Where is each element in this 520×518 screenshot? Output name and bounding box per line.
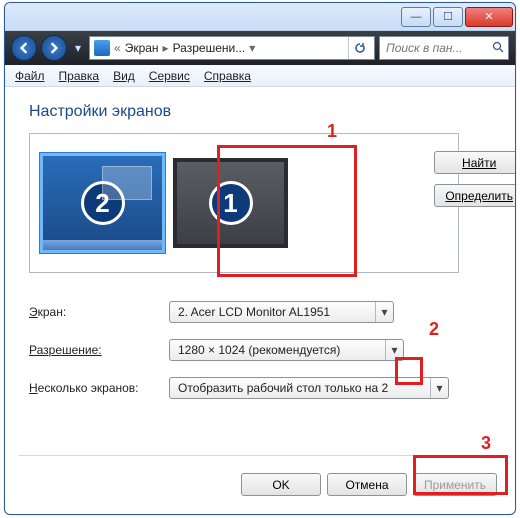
menu-edit[interactable]: Правка	[59, 69, 100, 83]
breadcrumb-1[interactable]: Экран	[125, 41, 159, 55]
multi-screens-dropdown[interactable]: Отобразить рабочий стол только на 2 ▾	[169, 377, 449, 399]
minimize-button[interactable]: —	[401, 7, 431, 27]
search-icon[interactable]	[492, 41, 504, 56]
monitor-2-taskbar	[43, 240, 162, 250]
menu-view[interactable]: Вид	[113, 69, 135, 83]
cancel-button[interactable]: Отмена	[327, 473, 407, 496]
apply-button[interactable]: Применить	[413, 473, 497, 496]
search-input[interactable]	[384, 40, 488, 56]
maximize-button[interactable]: ☐	[433, 7, 463, 27]
screen-dropdown[interactable]: 2. Acer LCD Monitor AL1951 ▾	[169, 301, 394, 323]
dialog-buttons: OK Отмена Применить	[241, 473, 497, 496]
monitor-1-badge: 1	[209, 181, 253, 225]
breadcrumb-sep: «	[114, 41, 121, 55]
search-box[interactable]	[379, 36, 509, 60]
screen-label: Экран:	[29, 305, 169, 319]
settings-form: Экран: 2. Acer LCD Monitor AL1951 ▾ Разр…	[29, 301, 491, 399]
identify-button[interactable]: Определить	[434, 184, 516, 207]
resolution-label: Разрешение:	[29, 343, 169, 357]
forward-button[interactable]	[41, 35, 67, 61]
menu-help[interactable]: Справка	[204, 69, 251, 83]
navigation-bar: ▾ « Экран ▸ Разрешени... ▾	[5, 31, 515, 65]
monitor-icon	[94, 40, 110, 56]
breadcrumb-2[interactable]: Разрешени...	[173, 41, 246, 55]
nav-history-dropdown[interactable]: ▾	[71, 38, 85, 58]
annotation-label-3: 3	[481, 433, 491, 454]
menu-file[interactable]: Файл	[15, 69, 45, 83]
multi-screens-label: Несколько экранов:	[29, 381, 169, 395]
menu-service[interactable]: Сервис	[149, 69, 190, 83]
refresh-button[interactable]	[348, 37, 370, 59]
resolution-value: 1280 × 1024 (рекомендуется)	[178, 343, 340, 357]
back-button[interactable]	[11, 35, 37, 61]
multi-screens-value: Отобразить рабочий стол только на 2	[178, 381, 388, 395]
content-area: Настройки экранов 2 1 Найти Определить Э…	[5, 87, 515, 399]
menu-bar: Файл Правка Вид Сервис Справка	[5, 65, 515, 87]
monitor-2[interactable]: 2	[40, 153, 165, 253]
screen-value: 2. Acer LCD Monitor AL1951	[178, 305, 330, 319]
breadcrumb-arrow-1: ▸	[163, 41, 169, 55]
resolution-dropdown[interactable]: 1280 × 1024 (рекомендуется) ▾	[169, 339, 404, 361]
chevron-down-icon: ▾	[430, 378, 448, 398]
ok-button[interactable]: OK	[241, 473, 321, 496]
monitor-2-window-preview	[102, 166, 152, 200]
chevron-down-icon: ▾	[375, 302, 393, 322]
title-bar: — ☐ ✕	[5, 3, 515, 31]
find-button[interactable]: Найти	[434, 151, 516, 174]
separator	[19, 455, 501, 456]
address-bar[interactable]: « Экран ▸ Разрешени... ▾	[89, 36, 375, 60]
page-title: Настройки экранов	[29, 103, 491, 121]
breadcrumb-arrow-2: ▾	[249, 41, 255, 55]
close-button[interactable]: ✕	[465, 7, 513, 27]
monitor-arrangement-pane[interactable]: 2 1	[29, 133, 459, 273]
monitor-1[interactable]: 1	[173, 158, 288, 248]
chevron-down-icon: ▾	[385, 340, 403, 360]
settings-window: — ☐ ✕ ▾ « Экран ▸ Разрешени... ▾	[4, 2, 516, 515]
